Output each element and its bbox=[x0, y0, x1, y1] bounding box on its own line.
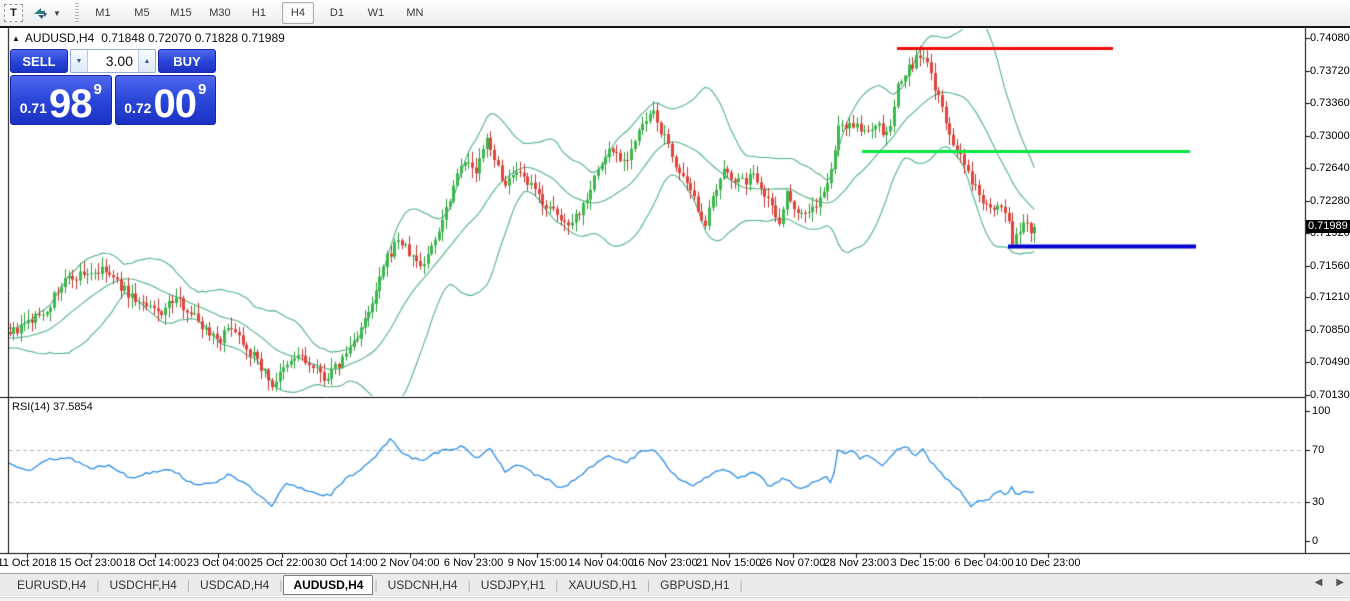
buy-button[interactable]: BUY bbox=[158, 49, 216, 73]
ohlc-values: 0.71848 0.72070 0.71828 0.71989 bbox=[101, 31, 285, 45]
rsi-indicator-label: RSI(14) 37.5854 bbox=[12, 401, 93, 413]
sell-button[interactable]: SELL bbox=[10, 49, 68, 73]
sell-price-display[interactable]: 0.71 98 9 bbox=[10, 75, 112, 125]
timeframe-button-m30[interactable]: M30 bbox=[204, 2, 236, 24]
buy-price-display[interactable]: 0.72 00 9 bbox=[115, 75, 217, 125]
tab-separator: | bbox=[279, 578, 282, 592]
toolbar-separator bbox=[75, 3, 79, 23]
sell-price-pips: 98 bbox=[49, 88, 92, 120]
sell-price-prefix: 0.71 bbox=[20, 100, 47, 116]
buy-price-prefix: 0.72 bbox=[124, 100, 151, 116]
tab-separator: | bbox=[647, 578, 650, 592]
chart-tab-eurusd[interactable]: EURUSD,H4 bbox=[8, 576, 95, 594]
volume-decrease-button[interactable]: ▼ bbox=[71, 50, 88, 72]
tab-separator: | bbox=[740, 578, 743, 592]
collapse-triangle-icon[interactable]: ▲ bbox=[12, 34, 20, 43]
timeframe-button-m1[interactable]: M1 bbox=[87, 2, 119, 24]
chart-tab-usdchf[interactable]: USDCHF,H4 bbox=[100, 576, 185, 594]
timeframe-button-h4[interactable]: H4 bbox=[282, 2, 314, 24]
arrows-tool-button[interactable]: ▼ bbox=[31, 6, 61, 21]
tab-separator: | bbox=[374, 578, 377, 592]
timeframe-button-mn[interactable]: MN bbox=[399, 2, 431, 24]
tab-scroll-right-icon[interactable]: ▶ bbox=[1336, 577, 1344, 588]
top-toolbar: T ▼ M1 M5 M15 M30 H1 H4 D1 W1 MN bbox=[0, 0, 1350, 28]
chart-tab-xauusd[interactable]: XAUUSD,H1 bbox=[559, 576, 646, 594]
chart-tab-gbpusd[interactable]: GBPUSD,H1 bbox=[651, 576, 738, 594]
one-click-trading-panel: SELL ▼ ▲ BUY 0.71 98 9 0.72 00 9 bbox=[10, 49, 216, 125]
chart-tab-usdjpy[interactable]: USDJPY,H1 bbox=[472, 576, 554, 594]
chart-tab-audusd[interactable]: AUDUSD,H4 bbox=[283, 575, 373, 595]
buy-price-point: 9 bbox=[198, 81, 206, 98]
tab-separator: | bbox=[468, 578, 471, 592]
volume-input[interactable] bbox=[88, 50, 138, 72]
chart-tab-usdcnh[interactable]: USDCNH,H4 bbox=[379, 576, 467, 594]
timeframe-button-w1[interactable]: W1 bbox=[360, 2, 392, 24]
chart-tab-usdcad[interactable]: USDCAD,H4 bbox=[191, 576, 278, 594]
symbol-period-label: AUDUSD,H4 bbox=[25, 31, 94, 45]
volume-spinner: ▼ ▲ bbox=[70, 49, 156, 73]
chart-title: ▲ AUDUSD,H4 0.71848 0.72070 0.71828 0.7198… bbox=[12, 31, 285, 45]
volume-increase-button[interactable]: ▲ bbox=[138, 50, 155, 72]
tab-separator: | bbox=[555, 578, 558, 592]
timeframe-button-h1[interactable]: H1 bbox=[243, 2, 275, 24]
status-strip bbox=[0, 597, 1350, 601]
sell-price-point: 9 bbox=[93, 81, 101, 98]
timeframe-button-d1[interactable]: D1 bbox=[321, 2, 353, 24]
tab-scroll-left-icon[interactable]: ◀ bbox=[1315, 577, 1323, 588]
arrows-icon bbox=[31, 6, 49, 21]
timeframe-button-m15[interactable]: M15 bbox=[165, 2, 197, 24]
tab-separator: | bbox=[96, 578, 99, 592]
timeframe-group: M1 M5 M15 M30 H1 H4 D1 W1 MN bbox=[87, 2, 431, 24]
current-price-badge: 0.71989 bbox=[1306, 220, 1350, 233]
chart-tabs-bar: EURUSD,H4|USDCHF,H4|USDCAD,H4|AUDUSD,H4|… bbox=[0, 573, 1350, 596]
buy-price-pips: 00 bbox=[153, 88, 196, 120]
tab-separator: | bbox=[187, 578, 190, 592]
text-tool-button[interactable]: T bbox=[4, 4, 23, 22]
timeframe-button-m5[interactable]: M5 bbox=[126, 2, 158, 24]
tab-scroll-arrows: ◀ ▶ bbox=[1315, 577, 1344, 588]
chevron-down-icon[interactable]: ▼ bbox=[53, 9, 61, 18]
